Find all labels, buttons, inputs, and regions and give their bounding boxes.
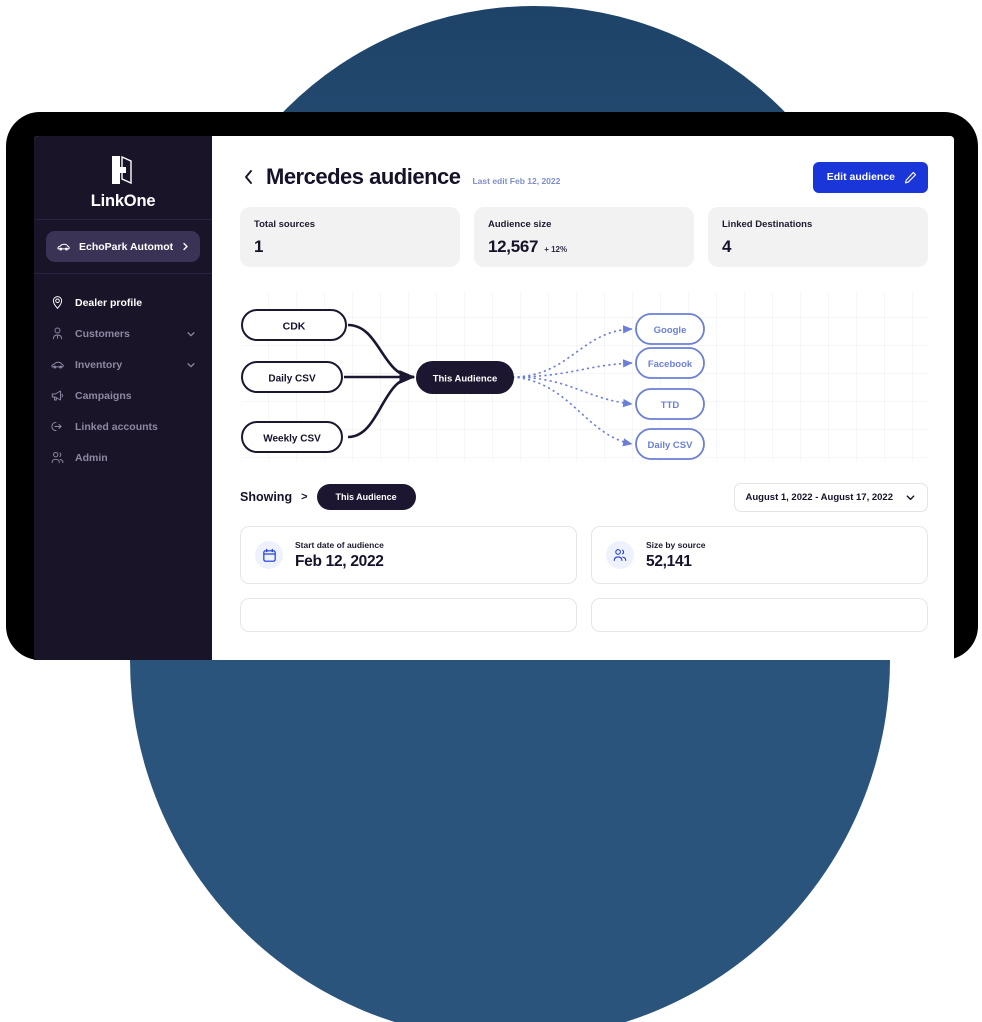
flow-canvas: CDK Daily CSV Weekly CSV This Audience G…	[241, 292, 928, 462]
showing-row: Showing > This Audience August 1, 2022 -…	[240, 482, 928, 512]
org-switcher-label: EchoPark Automot...	[79, 240, 173, 253]
link-arrow-icon	[51, 421, 62, 432]
chevron-down-icon	[187, 331, 195, 336]
page-header: Mercedes audience Last edit Feb 12, 2022…	[240, 161, 928, 193]
sidebar-item-admin[interactable]: Admin	[34, 442, 212, 473]
stat-card-audience-size: Audience size 12,567 + 12%	[474, 207, 694, 267]
info-card-label: Size by source	[646, 539, 706, 550]
sidebar: LinkOne EchoPark Automot... Dealer profi…	[34, 136, 212, 660]
brand-name: LinkOne	[90, 191, 156, 210]
flow-node-destination-facebook[interactable]: Facebook	[635, 347, 705, 379]
person-icon	[52, 327, 63, 340]
showing-label: Showing	[240, 490, 293, 504]
main-content: Mercedes audience Last edit Feb 12, 2022…	[212, 136, 954, 660]
page-title: Mercedes audience	[266, 164, 461, 189]
flow-node-label: Weekly CSV	[263, 434, 321, 445]
org-switcher[interactable]: EchoPark Automot...	[46, 231, 200, 262]
stat-row: 4	[722, 237, 914, 257]
sidebar-item-inventory[interactable]: Inventory	[34, 349, 212, 380]
stat-card-total-sources: Total sources 1	[240, 207, 460, 267]
device-screen: LinkOne EchoPark Automot... Dealer profi…	[34, 136, 954, 660]
flow-node-destination-daily-csv[interactable]: Daily CSV	[635, 428, 705, 460]
audience-flow-diagram: CDK Daily CSV Weekly CSV This Audience G…	[240, 289, 928, 464]
chevron-right-icon	[183, 242, 188, 251]
stat-card-linked-destinations: Linked Destinations 4	[708, 207, 928, 267]
people-icon	[613, 549, 627, 561]
car-icon	[51, 361, 64, 369]
showing-separator: >	[301, 491, 308, 503]
sidebar-item-label: Dealer profile	[75, 296, 143, 309]
flow-node-source-cdk[interactable]: CDK	[241, 309, 347, 341]
back-button[interactable]	[240, 166, 256, 188]
last-edit-text: Last edit Feb 12, 2022	[472, 175, 561, 186]
info-card-icon-wrap	[606, 541, 634, 569]
sidebar-item-label: Customers	[75, 327, 130, 340]
flow-node-label: TTD	[661, 400, 680, 411]
stat-row: 1	[254, 237, 446, 257]
stat-cards: Total sources 1 Audience size 12,567 + 1…	[240, 207, 928, 267]
megaphone-icon	[51, 390, 64, 401]
calendar-icon	[262, 548, 276, 562]
device-frame: LinkOne EchoPark Automot... Dealer profi…	[6, 112, 978, 660]
stat-label: Total sources	[254, 219, 316, 230]
chevron-down-icon	[906, 494, 915, 500]
info-card-size-by-source: Size by source 52,141	[591, 526, 928, 584]
sidebar-item-label: Campaigns	[75, 389, 132, 402]
people-icon	[51, 451, 64, 464]
chevron-down-icon	[187, 362, 195, 367]
info-card-value: Feb 12, 2022	[295, 552, 384, 570]
flow-node-source-daily-csv[interactable]: Daily CSV	[241, 361, 343, 393]
stat-value: 4	[722, 237, 732, 256]
info-card-start-date: Start date of audience Feb 12, 2022	[240, 526, 577, 584]
flow-node-label: CDK	[283, 321, 306, 333]
edit-audience-button[interactable]: Edit audience	[812, 161, 928, 193]
sidebar-item-label: Inventory	[75, 358, 123, 371]
flow-node-source-weekly-csv[interactable]: Weekly CSV	[241, 421, 343, 453]
sidebar-item-label: Admin	[75, 451, 108, 464]
sidebar-item-dealer-profile[interactable]: Dealer profile	[34, 287, 212, 318]
car-icon	[57, 243, 70, 251]
stat-value: 12,567	[488, 237, 539, 256]
info-cards-grid: Start date of audience Feb 12, 2022 Size…	[240, 526, 928, 632]
showing-chip-this-audience[interactable]: This Audience	[316, 484, 416, 510]
org-switcher-wrap: EchoPark Automot...	[34, 220, 212, 274]
flow-node-label: Facebook	[648, 359, 693, 370]
flow-node-label: This Audience	[433, 374, 498, 385]
info-card-icon-wrap	[255, 541, 283, 569]
info-card-label: Start date of audience	[295, 539, 384, 550]
stat-label: Audience size	[488, 219, 552, 230]
linkone-logo-icon	[112, 155, 132, 184]
info-card-placeholder-left	[240, 598, 577, 632]
sidebar-item-customers[interactable]: Customers	[34, 318, 212, 349]
flow-node-destination-ttd[interactable]: TTD	[635, 388, 705, 420]
sidebar-item-campaigns[interactable]: Campaigns	[34, 380, 212, 411]
pencil-icon	[904, 171, 917, 183]
chevron-left-icon	[244, 170, 252, 184]
sidebar-item-label: Linked accounts	[75, 420, 158, 433]
stat-delta: + 12%	[544, 245, 568, 254]
flow-node-label: Google	[654, 325, 687, 336]
edit-audience-label: Edit audience	[826, 171, 895, 183]
sidebar-item-linked-accounts[interactable]: Linked accounts	[34, 411, 212, 442]
sidebar-nav: Dealer profile Customers Inventory Campa…	[34, 274, 212, 473]
info-card-placeholder-right	[591, 598, 928, 632]
brand-block: LinkOne	[34, 136, 212, 220]
stat-label: Linked Destinations	[722, 219, 813, 230]
flow-node-center-this-audience[interactable]: This Audience	[416, 361, 514, 394]
flow-node-destination-google[interactable]: Google	[635, 313, 705, 345]
date-range-picker[interactable]: August 1, 2022 - August 17, 2022	[733, 482, 928, 512]
info-card-value: 52,141	[646, 552, 692, 570]
flow-node-label: Daily CSV	[648, 440, 694, 451]
flow-node-label: Daily CSV	[268, 374, 316, 385]
info-card-text: Start date of audience Feb 12, 2022	[295, 540, 384, 571]
info-card-text: Size by source 52,141	[646, 540, 706, 571]
location-pin-icon	[52, 296, 63, 310]
stat-row: 12,567 + 12%	[488, 237, 680, 257]
stat-value: 1	[254, 237, 264, 256]
date-range-text: August 1, 2022 - August 17, 2022	[745, 491, 893, 503]
page-root: LinkOne EchoPark Automot... Dealer profi…	[0, 0, 982, 1022]
